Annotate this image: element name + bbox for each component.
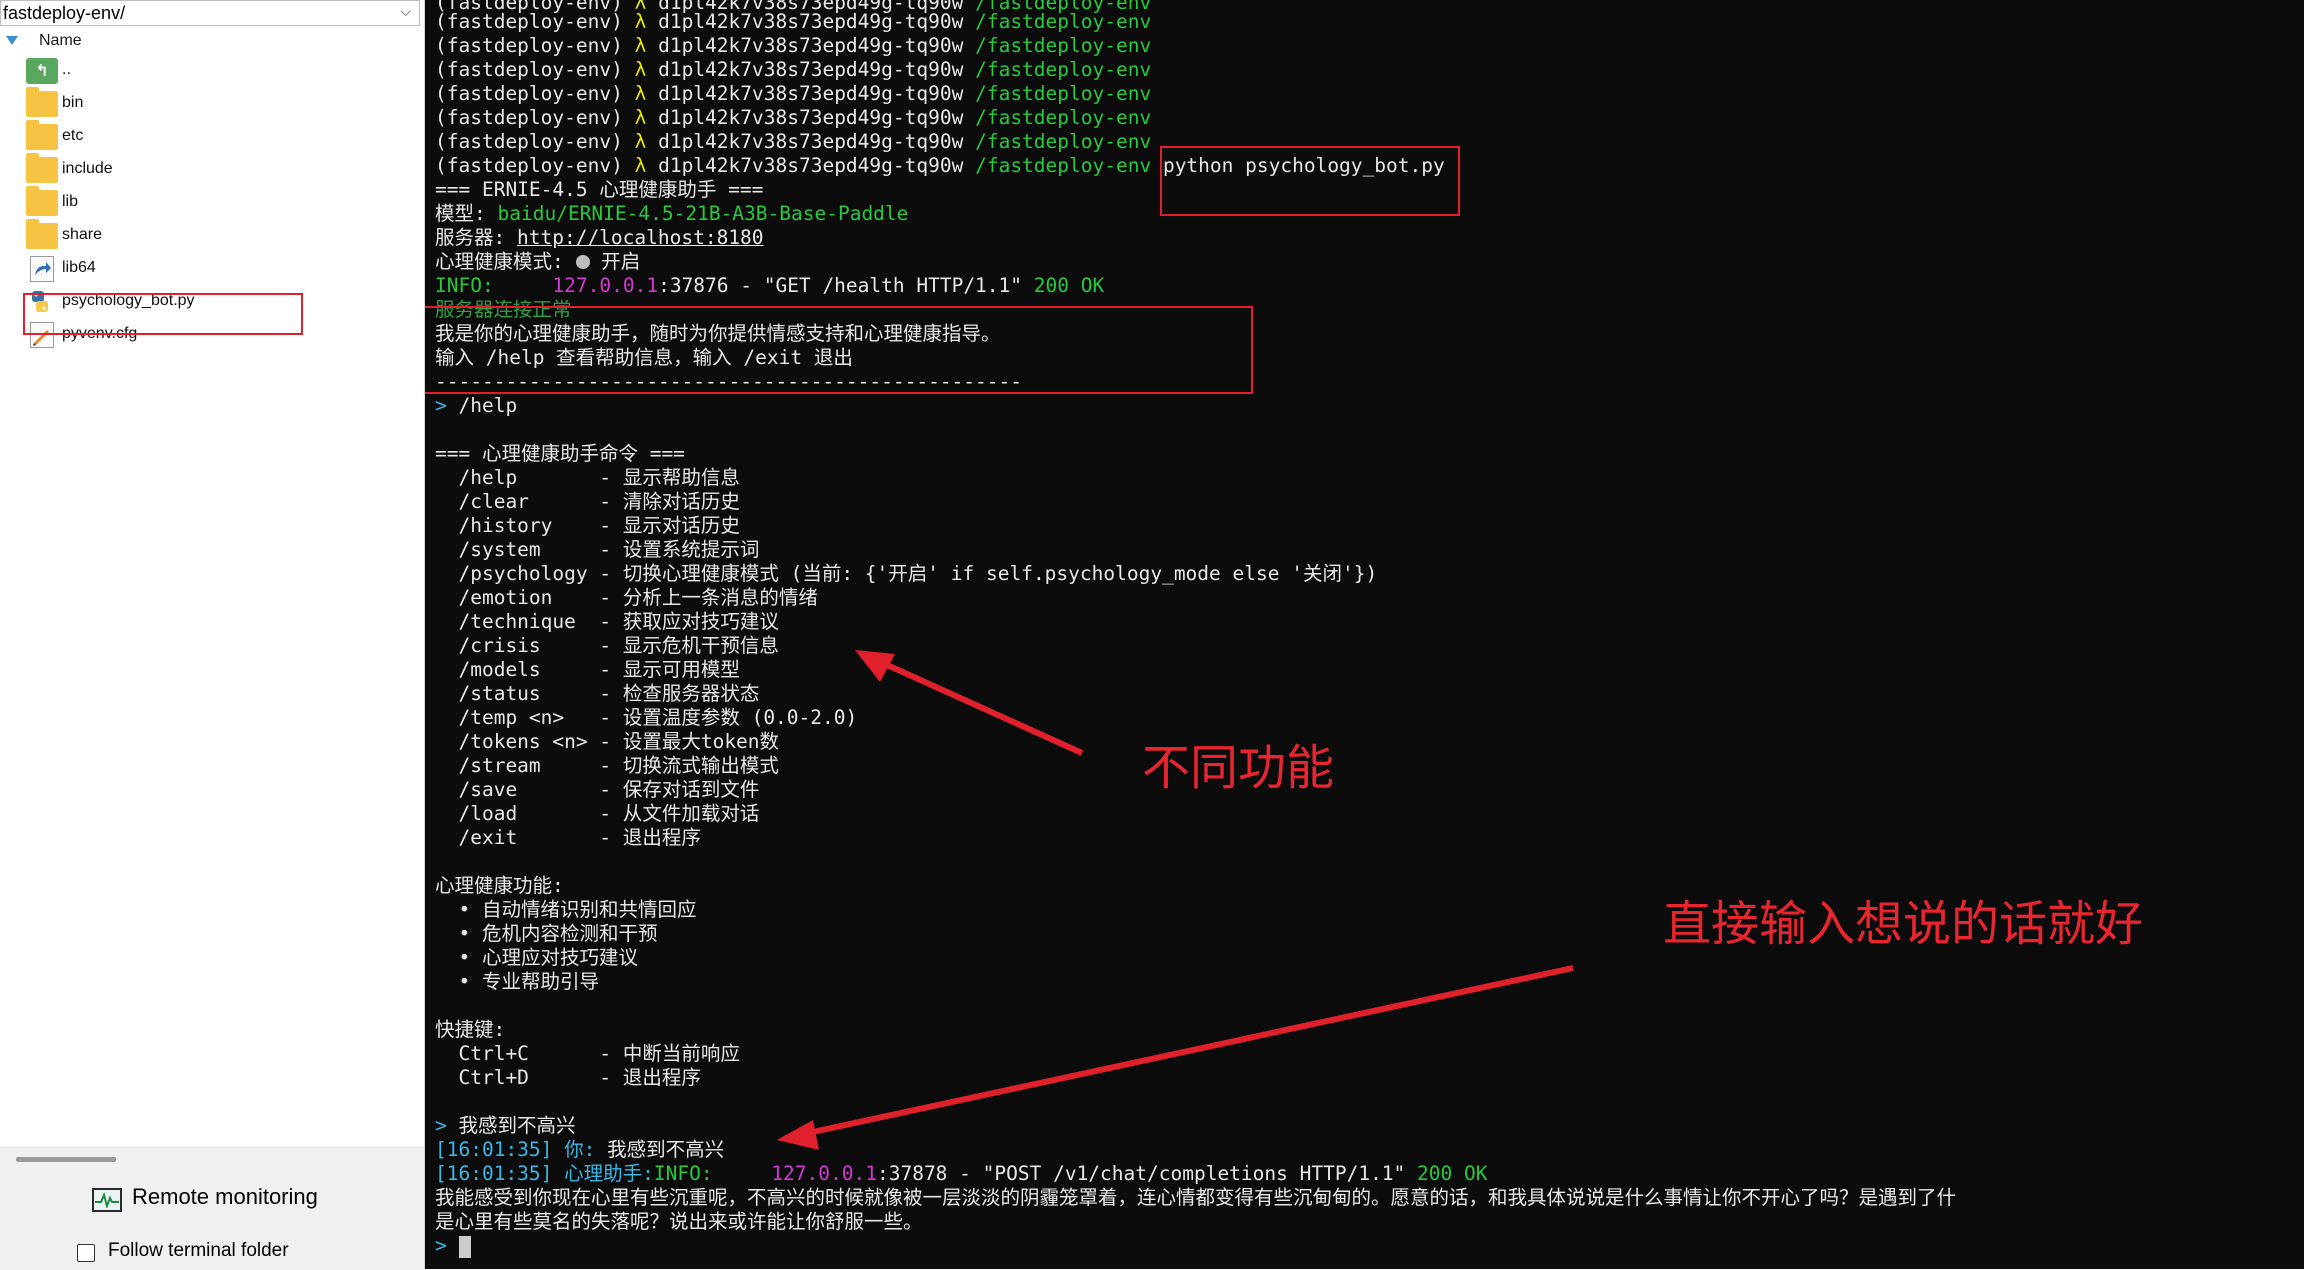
file-item-etc[interactable]: etc [26, 120, 406, 152]
terminal-window[interactable]: (fastdeploy-env) λ d1pl42k7v38s73epd49g-… [425, 0, 2304, 1269]
follow-terminal-label[interactable]: Follow terminal folder [108, 1240, 289, 1262]
horizontal-scrollbar[interactable] [16, 1157, 116, 1162]
bottom-panel: Remote monitoring Follow terminal folder [0, 1147, 424, 1270]
folder-icon [26, 120, 58, 150]
folder-icon [26, 219, 58, 249]
file-item-label: lib64 [62, 259, 96, 276]
path-text: fastdeploy-env/ [3, 3, 126, 23]
folder-icon [26, 186, 58, 216]
follow-terminal-checkbox[interactable] [77, 1244, 95, 1262]
remote-monitoring-label[interactable]: Remote monitoring [132, 1184, 318, 1210]
symlink-icon [30, 256, 54, 282]
file-item-label: .. [62, 61, 71, 78]
annotation-arrows [777, 650, 1574, 1150]
folder-icon [26, 153, 58, 183]
file-item-include[interactable]: include [26, 153, 406, 185]
monitor-icon[interactable] [92, 1188, 122, 1212]
arrow-line-input [784, 965, 1574, 1141]
file-item-lib64[interactable]: lib64 [26, 254, 406, 284]
annotation-input: 直接输入想说的话就好 [1663, 896, 2144, 952]
file-item-label: bin [62, 94, 84, 111]
sort-triangle-icon [6, 36, 18, 45]
file-item-share[interactable]: share [26, 219, 406, 251]
file-item-label: share [62, 226, 103, 243]
file-item-label: include [62, 160, 113, 177]
file-browser-panel: fastdeploy-env/ ⌵ Name ↰ .. bin etc incl… [0, 0, 425, 1270]
file-item-label: lib [62, 193, 79, 210]
folder-icon [26, 87, 58, 117]
file-item-updir[interactable]: ↰ .. [26, 56, 406, 86]
arrow-line-features [863, 652, 1084, 756]
name-column-header[interactable]: Name [0, 30, 420, 54]
chevron-down-icon[interactable]: ⌵ [400, 4, 411, 20]
annotation-features: 不同功能 [1142, 740, 1335, 796]
file-item-label: etc [62, 127, 84, 144]
highlight-box-file [23, 293, 303, 335]
file-item-lib[interactable]: lib [26, 186, 406, 218]
up-folder-icon: ↰ [26, 58, 58, 84]
file-item-bin[interactable]: bin [26, 87, 406, 119]
path-dropdown[interactable]: fastdeploy-env/ ⌵ [0, 0, 420, 26]
arrow-head-input [777, 1120, 819, 1150]
column-header-label: Name [39, 32, 82, 49]
